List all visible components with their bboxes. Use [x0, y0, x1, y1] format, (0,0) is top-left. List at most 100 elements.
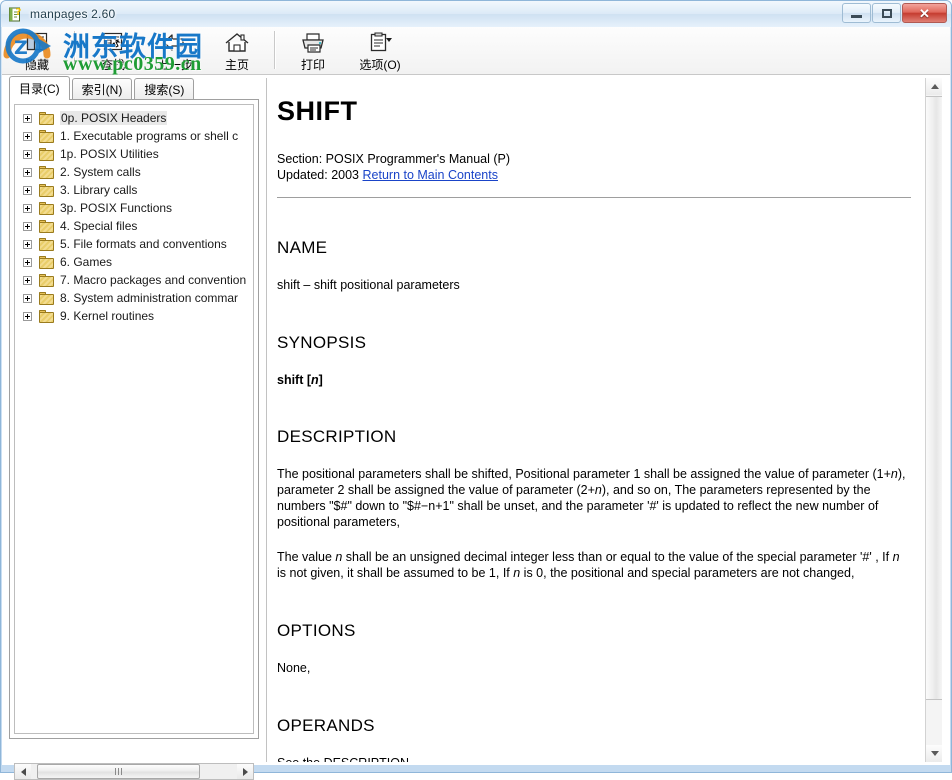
desc-p2-part-d: is 0, the positional and special paramet… [520, 566, 854, 580]
toolbar-label-find: 查找 [101, 56, 125, 73]
tree-item-label: 8. System administration commar [60, 291, 238, 305]
section-line: Section: POSIX Programmer's Manual (P) [277, 151, 911, 167]
toolbar-label-back: 上一步 [157, 56, 193, 73]
tree-item[interactable]: 1p. POSIX Utilities [15, 145, 253, 163]
page-title: SHIFT [277, 96, 911, 127]
expand-plus-icon[interactable] [23, 258, 32, 267]
scroll-right-arrow-icon[interactable] [237, 764, 253, 779]
scrollbar-thumb[interactable] [37, 764, 200, 779]
home-icon [223, 30, 251, 55]
tree-item-label: 5. File formats and conventions [60, 237, 227, 251]
section-body-name: shift – shift positional parameters [277, 277, 911, 293]
tree-item-label: 3p. POSIX Functions [60, 201, 172, 215]
tree-item-label: 7. Macro packages and convention [60, 273, 246, 287]
tab-index[interactable]: 索引(N) [72, 78, 133, 100]
expand-plus-icon[interactable] [23, 222, 32, 231]
header-divider [277, 197, 911, 198]
tab-search[interactable]: 搜索(S) [134, 78, 194, 100]
synopsis-tail: ] [319, 373, 323, 387]
folder-icon [39, 292, 55, 305]
find-icon [100, 30, 126, 55]
tree-item[interactable]: 8. System administration commar [15, 289, 253, 307]
tree-item[interactable]: 0p. POSIX Headers [15, 109, 253, 127]
toolbar-button-back[interactable]: 上一步 [144, 27, 206, 73]
tree-item[interactable]: 6. Games [15, 253, 253, 271]
section-heading-options: OPTIONS [277, 621, 911, 641]
window-controls: ✕ [842, 3, 947, 23]
back-arrow-icon [161, 30, 189, 55]
folder-icon [39, 130, 55, 143]
expand-plus-icon[interactable] [23, 132, 32, 141]
toolbar-button-print[interactable]: 打印 [282, 27, 344, 73]
tree-item-label: 1p. POSIX Utilities [60, 147, 159, 161]
tree-item-label: 1. Executable programs or shell c [60, 129, 238, 143]
section-heading-description: DESCRIPTION [277, 427, 911, 447]
expand-plus-icon[interactable] [23, 150, 32, 159]
folder-icon [39, 274, 55, 287]
tree-item[interactable]: 7. Macro packages and convention [15, 271, 253, 289]
tree-horizontal-scrollbar[interactable] [14, 763, 254, 780]
tree-item[interactable]: 3. Library calls [15, 181, 253, 199]
tree-item[interactable]: 5. File formats and conventions [15, 235, 253, 253]
toolbar-button-hide[interactable]: 隐藏 [6, 27, 68, 73]
minimize-button[interactable] [842, 3, 871, 23]
expand-plus-icon[interactable] [23, 204, 32, 213]
section-heading-operands: OPERANDS [277, 716, 911, 736]
scrollbar-thumb[interactable] [926, 96, 942, 700]
tree-item[interactable]: 4. Special files [15, 217, 253, 235]
expand-plus-icon[interactable] [23, 294, 32, 303]
folder-icon [39, 310, 55, 323]
tree-item[interactable]: 2. System calls [15, 163, 253, 181]
help-document-icon: ? [8, 6, 25, 23]
expand-plus-icon[interactable] [23, 114, 32, 123]
return-to-main-contents-link[interactable]: Return to Main Contents [363, 168, 499, 182]
tree-item[interactable]: 9. Kernel routines [15, 307, 253, 325]
scroll-down-arrow-icon[interactable] [926, 745, 942, 762]
expand-plus-icon[interactable] [23, 276, 32, 285]
tree-item-label: 6. Games [60, 255, 112, 269]
main-content-area: 目录(C) 索引(N) 搜索(S) 0p. POSIX Headers [2, 75, 950, 765]
toolbar-label-hide: 隐藏 [25, 56, 49, 73]
synopsis-operand: n [311, 373, 319, 387]
tab-contents[interactable]: 目录(C) [9, 76, 70, 100]
folder-icon [39, 166, 55, 179]
desc-p2-part-b: shall be an unsigned decimal integer les… [342, 550, 892, 564]
desc-p2-part-c: is not given, it shall be assumed to be … [277, 566, 513, 580]
tree-item-label: 2. System calls [60, 165, 141, 179]
toolbar-button-options[interactable]: 选项(O) [344, 27, 416, 73]
close-button[interactable]: ✕ [902, 3, 947, 23]
scroll-left-arrow-icon[interactable] [15, 764, 31, 779]
expand-plus-icon[interactable] [23, 186, 32, 195]
tree-item-label: 3. Library calls [60, 183, 137, 197]
section-body-synopsis: shift [n] [277, 373, 911, 387]
contents-tree[interactable]: 0p. POSIX Headers 1. Executable programs… [14, 104, 254, 734]
desc-p2-part-a: The value [277, 550, 335, 564]
desc-p1-part-a: The positional parameters shall be shift… [277, 467, 891, 481]
navigation-pane: 目录(C) 索引(N) 搜索(S) 0p. POSIX Headers [9, 78, 259, 762]
folder-icon [39, 184, 55, 197]
tree-item-label: 4. Special files [60, 219, 137, 233]
tree-item[interactable]: 1. Executable programs or shell c [15, 127, 253, 145]
expand-plus-icon[interactable] [23, 312, 32, 321]
tree-panel: 0p. POSIX Headers 1. Executable programs… [9, 99, 259, 739]
minimize-icon [851, 15, 862, 18]
tree-item-label: 9. Kernel routines [60, 309, 154, 323]
toolbar-button-home[interactable]: 主页 [206, 27, 268, 73]
printer-icon [299, 30, 327, 55]
document-vertical-scrollbar[interactable] [925, 78, 942, 762]
tree-item[interactable]: 3p. POSIX Functions [15, 199, 253, 217]
section-body-options: None, [277, 660, 911, 676]
expand-plus-icon[interactable] [23, 168, 32, 177]
scroll-up-arrow-icon[interactable] [926, 78, 942, 95]
document-meta: Section: POSIX Programmer's Manual (P) U… [277, 151, 911, 183]
folder-icon [39, 148, 55, 161]
tree-item-label: 0p. POSIX Headers [60, 111, 167, 125]
desc-p1-var-1: n [891, 467, 898, 481]
tab-index-label: 索引(N) [82, 81, 123, 98]
maximize-button[interactable] [872, 3, 901, 23]
toolbar-separator [274, 31, 276, 69]
toolbar-button-find[interactable]: 查找 [82, 27, 144, 73]
expand-plus-icon[interactable] [23, 240, 32, 249]
toolbar-separator [74, 31, 76, 69]
title-bar: ? manpages 2.60 ✕ [1, 1, 951, 27]
